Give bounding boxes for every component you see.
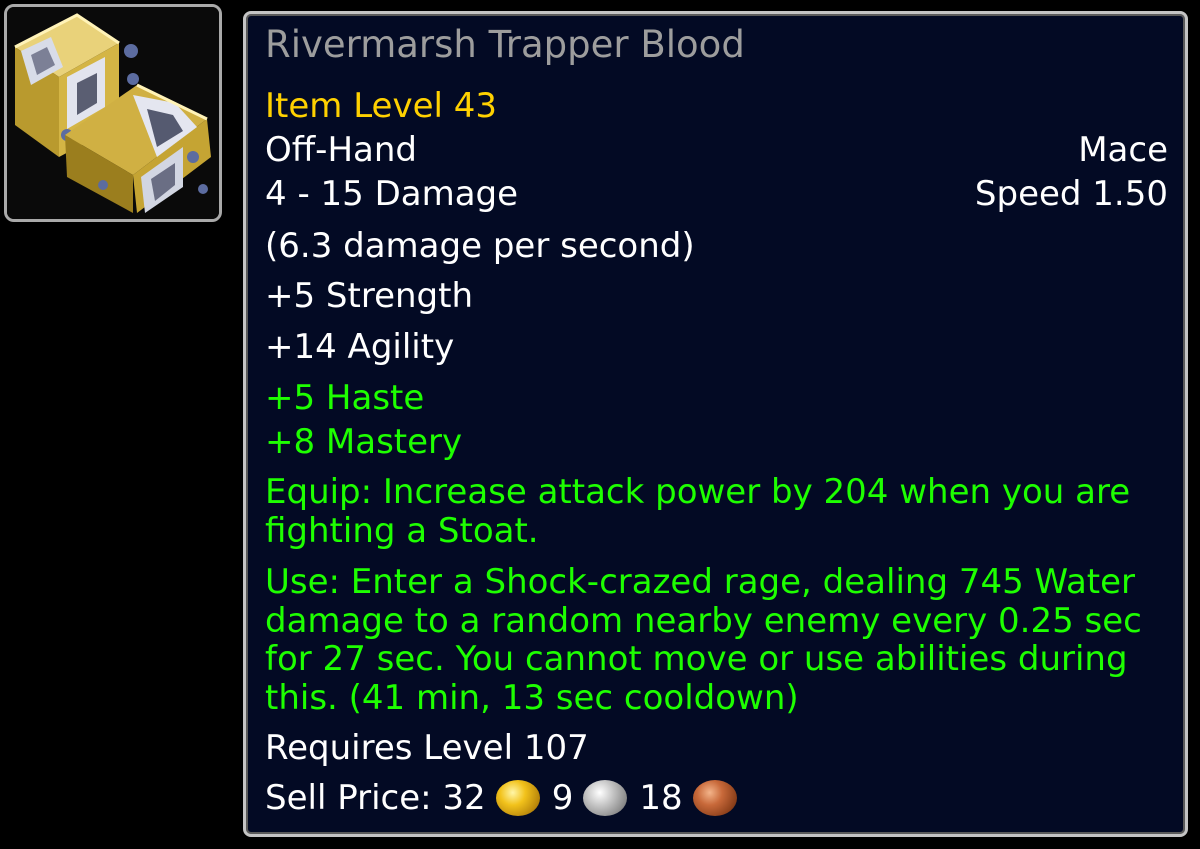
silver-amount: 9 [551, 778, 574, 818]
item-dps: (6.3 damage per second) [265, 226, 695, 266]
item-speed: Speed 1.50 [974, 174, 1168, 214]
required-level: Requires Level 107 [265, 728, 589, 768]
item-type: Mace [1078, 130, 1168, 170]
gold-amount: 32 [442, 778, 486, 818]
silver-coin-icon [583, 780, 628, 816]
item-tooltip: Rivermarsh Trapper Blood Item Level 43 O… [243, 11, 1188, 837]
copper-coin-icon [692, 780, 737, 816]
stat-mastery: +8 Mastery [265, 422, 463, 462]
item-name: Rivermarsh Trapper Blood [265, 23, 745, 66]
item-level: Item Level 43 [265, 86, 498, 126]
stat-agility: +14 Agility [265, 327, 455, 367]
mace-icon [7, 7, 219, 219]
item-slot: Off-Hand [265, 130, 417, 170]
equip-effect: Equip: Increase attack power by 204 when… [265, 472, 1131, 551]
use-effect: Use: Enter a Shock-crazed rage, dealing … [265, 562, 1142, 718]
item-icon-frame [4, 4, 222, 222]
item-damage: 4 - 15 Damage [265, 174, 519, 214]
sell-price-label: Sell Price: [265, 778, 432, 818]
stat-haste: +5 Haste [265, 378, 425, 418]
stat-strength: +5 Strength [265, 276, 474, 316]
sell-price: Sell Price: 32 9 18 [265, 778, 749, 818]
gold-coin-icon [495, 780, 540, 816]
copper-amount: 18 [639, 778, 683, 818]
